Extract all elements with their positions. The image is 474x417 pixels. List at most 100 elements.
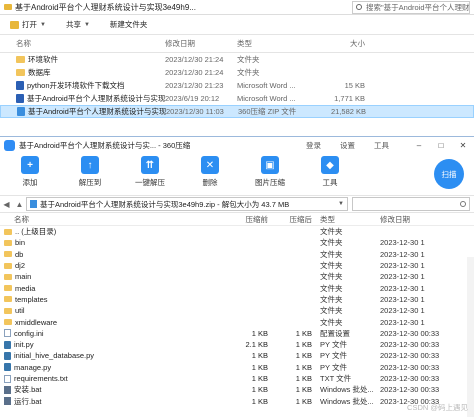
entry-name: media — [15, 283, 36, 293]
zip-entry-row[interactable]: db 文件夹 2023-12-30 1 — [0, 249, 474, 260]
file-row[interactable]: 基于Android平台个人理财系统设计与实现... 2023/6/19 20:12… — [0, 92, 474, 105]
entry-type: Windows 批处... — [320, 396, 374, 406]
entry-name-cell: templates — [0, 295, 200, 304]
file-type: Microsoft Word ... — [237, 94, 296, 103]
explorer-title-bar: 基于Android平台个人理财系统设计与实现3e49h9... 搜索"基于And… — [0, 0, 474, 15]
zip-entry-row[interactable]: bin 文件夹 2023-12-30 1 — [0, 237, 474, 248]
path-text: 基于Android平台个人理财系统设计与实现3e49h9.zip - 解包大小为… — [40, 199, 290, 209]
entry-name-cell: util — [0, 306, 200, 315]
file-row[interactable]: python开发环境软件下载文档 2023/12/30 21:23 Microsof… — [0, 79, 474, 92]
zip-entry-row[interactable]: .. (上级目录) 文件夹 — [0, 226, 474, 237]
scan-button[interactable]: 扫描 — [434, 159, 464, 189]
entry-original-size: 1 KB — [295, 396, 312, 406]
toolbar-button-one-click-extract[interactable]: ⇈ 一键解压 — [120, 156, 180, 188]
zip-entry-row[interactable]: 安装.bat 1 KB 1 KB Windows 批处... 2023-12-30 00… — [0, 384, 474, 395]
minimize-icon[interactable]: – — [408, 141, 430, 150]
entry-name-cell: dj2 — [0, 261, 200, 270]
zip-entry-row[interactable]: media 文件夹 2023-12-30 1 — [0, 282, 474, 293]
toolbar-button-image-compress[interactable]: ▣ 图片压缩 — [240, 156, 300, 188]
entry-name: main — [15, 272, 32, 282]
file-row[interactable]: 基于Android平台个人理财系统设计与实现... 2023/12/30 11:0… — [0, 105, 474, 118]
back-arrow-icon[interactable]: ◀ — [0, 200, 13, 209]
zip-entry-row[interactable]: 运行.bat 1 KB 1 KB Windows 批处... 2023-12-30 00… — [0, 395, 474, 406]
entry-compressed-size: 2.1 KB — [245, 340, 268, 350]
toolbar-button-label: 工具 — [322, 178, 338, 187]
entry-name: 运行.bat — [14, 396, 42, 406]
column-modified[interactable]: 修改日期 — [374, 214, 474, 225]
entry-compressed-size: 1 KB — [251, 362, 268, 372]
entry-modified: 2023-12-30 00:33 — [380, 351, 440, 361]
entry-original-size: 1 KB — [295, 362, 312, 372]
settings-link[interactable]: 设置 — [340, 140, 374, 151]
toolbar-button-add[interactable]: + 添加 — [0, 156, 60, 188]
column-size[interactable]: 大小 — [321, 38, 365, 49]
tools-link[interactable]: 工具 — [374, 140, 408, 151]
entry-modified: 2023-12-30 00:33 — [380, 374, 440, 383]
close-icon[interactable]: ✕ — [452, 141, 474, 150]
zip-entry-row[interactable]: templates 文件夹 2023-12-30 1 — [0, 294, 474, 305]
up-arrow-icon[interactable]: ▲ — [13, 200, 26, 209]
zip-entry-row[interactable]: util 文件夹 2023-12-30 1 — [0, 305, 474, 316]
toolbar-button-label: 解压到 — [78, 178, 102, 187]
share-button[interactable]: 共享 ▼ — [56, 15, 100, 35]
column-name[interactable]: 名称 — [0, 38, 165, 49]
extract-to-icon: ↑ — [81, 156, 99, 174]
column-type[interactable]: 类型 — [237, 38, 321, 49]
new-folder-button-label: 新建文件夹 — [109, 20, 148, 29]
file-name-cell: 基于Android平台个人理财系统设计与实现... — [1, 106, 166, 117]
entry-compressed-size: 1 KB — [251, 328, 268, 338]
entry-original-size: 1 KB — [295, 374, 312, 383]
entry-name-cell: .. (上级目录) — [0, 226, 200, 237]
toolbar-button-delete[interactable]: ✕ 删除 — [180, 156, 240, 188]
entry-modified: 2023-12-30 1 — [380, 294, 425, 304]
scan-button-label: 扫描 — [441, 169, 457, 179]
entry-name-cell: main — [0, 272, 200, 281]
entry-modified: 2023-12-30 00:33 — [380, 328, 440, 338]
entry-type: 文件夹 — [320, 227, 343, 237]
watermark: CSDN @码上遇见 — [407, 403, 468, 412]
zip-entry-row[interactable]: initial_hive_database.py 1 KB 1 KB PY 文件 202… — [0, 350, 474, 361]
file-row[interactable]: 环境软件 2023/12/30 21:24 文件夹 — [0, 53, 474, 66]
open-button[interactable]: 打开 ▼ — [0, 15, 56, 35]
zip-file-icon — [30, 200, 37, 208]
zip-search-input[interactable] — [352, 197, 470, 211]
entry-name-cell: init.py — [0, 340, 200, 349]
entry-type: 文件夹 — [320, 272, 343, 282]
toolbar-button-label: 图片压缩 — [255, 178, 285, 187]
column-date[interactable]: 修改日期 — [165, 38, 237, 49]
path-field[interactable]: 基于Android平台个人理财系统设计与实现3e49h9.zip - 解包大小为… — [26, 197, 348, 211]
zip-entry-row[interactable]: requirements.txt 1 KB 1 KB TXT 文件 2023-12-30… — [0, 373, 474, 384]
file-name: 基于Android平台个人理财系统设计与实现... — [28, 107, 166, 116]
folder-icon — [4, 239, 12, 246]
toolbar-button-label: 删除 — [202, 178, 218, 187]
explorer-search-input[interactable]: 搜索"基于Android平台个人理财系统... — [352, 0, 470, 14]
entry-name: dj2 — [15, 261, 26, 271]
zip-entry-row[interactable]: xmiddleware 文件夹 2023-12-30 1 — [0, 316, 474, 327]
zip-entry-row[interactable]: dj2 文件夹 2023-12-30 1 — [0, 260, 474, 271]
zip-entry-row[interactable]: init.py 2.1 KB 1 KB PY 文件 2023-12-30 00:33 — [0, 339, 474, 350]
column-type[interactable]: 类型 — [312, 214, 374, 225]
entry-modified: 2023-12-30 00:33 — [380, 340, 440, 350]
maximize-icon[interactable]: □ — [430, 141, 452, 150]
toolbar-button-tools[interactable]: ◆ 工具 — [300, 156, 360, 188]
zip-entry-row[interactable]: manage.py 1 KB 1 KB PY 文件 2023-12-30 00:33 — [0, 362, 474, 373]
zip-entry-row[interactable]: main 文件夹 2023-12-30 1 — [0, 271, 474, 282]
chevron-down-icon[interactable]: ▼ — [335, 201, 347, 207]
column-original[interactable]: 压缩后 — [268, 214, 313, 225]
entry-modified: 2023-12-30 1 — [380, 283, 425, 293]
vertical-scrollbar[interactable] — [467, 257, 474, 417]
search-icon — [356, 4, 362, 10]
file-row[interactable]: 数据库 2023/12/30 21:24 文件夹 — [0, 66, 474, 79]
login-link[interactable]: 登录 — [306, 140, 340, 151]
column-compressed[interactable]: 压缩前 — [200, 214, 269, 225]
zip-entry-row[interactable]: config.ini 1 KB 1 KB 配置设置 2023-12-30 00:33 — [0, 328, 474, 339]
batch-file-icon — [4, 385, 11, 394]
file-type: 360压缩 ZIP 文件 — [238, 107, 297, 116]
entry-name-cell: db — [0, 250, 200, 259]
chevron-down-icon: ▼ — [83, 21, 90, 28]
file-name: python开发环境软件下载文档 — [27, 81, 125, 90]
new-folder-button[interactable]: 新建文件夹 — [100, 15, 158, 35]
column-name[interactable]: 名称 — [0, 214, 200, 225]
explorer-window: 基于Android平台个人理财系统设计与实现3e49h9... 搜索"基于And… — [0, 0, 474, 140]
toolbar-button-extract-to[interactable]: ↑ 解压到 — [60, 156, 120, 188]
